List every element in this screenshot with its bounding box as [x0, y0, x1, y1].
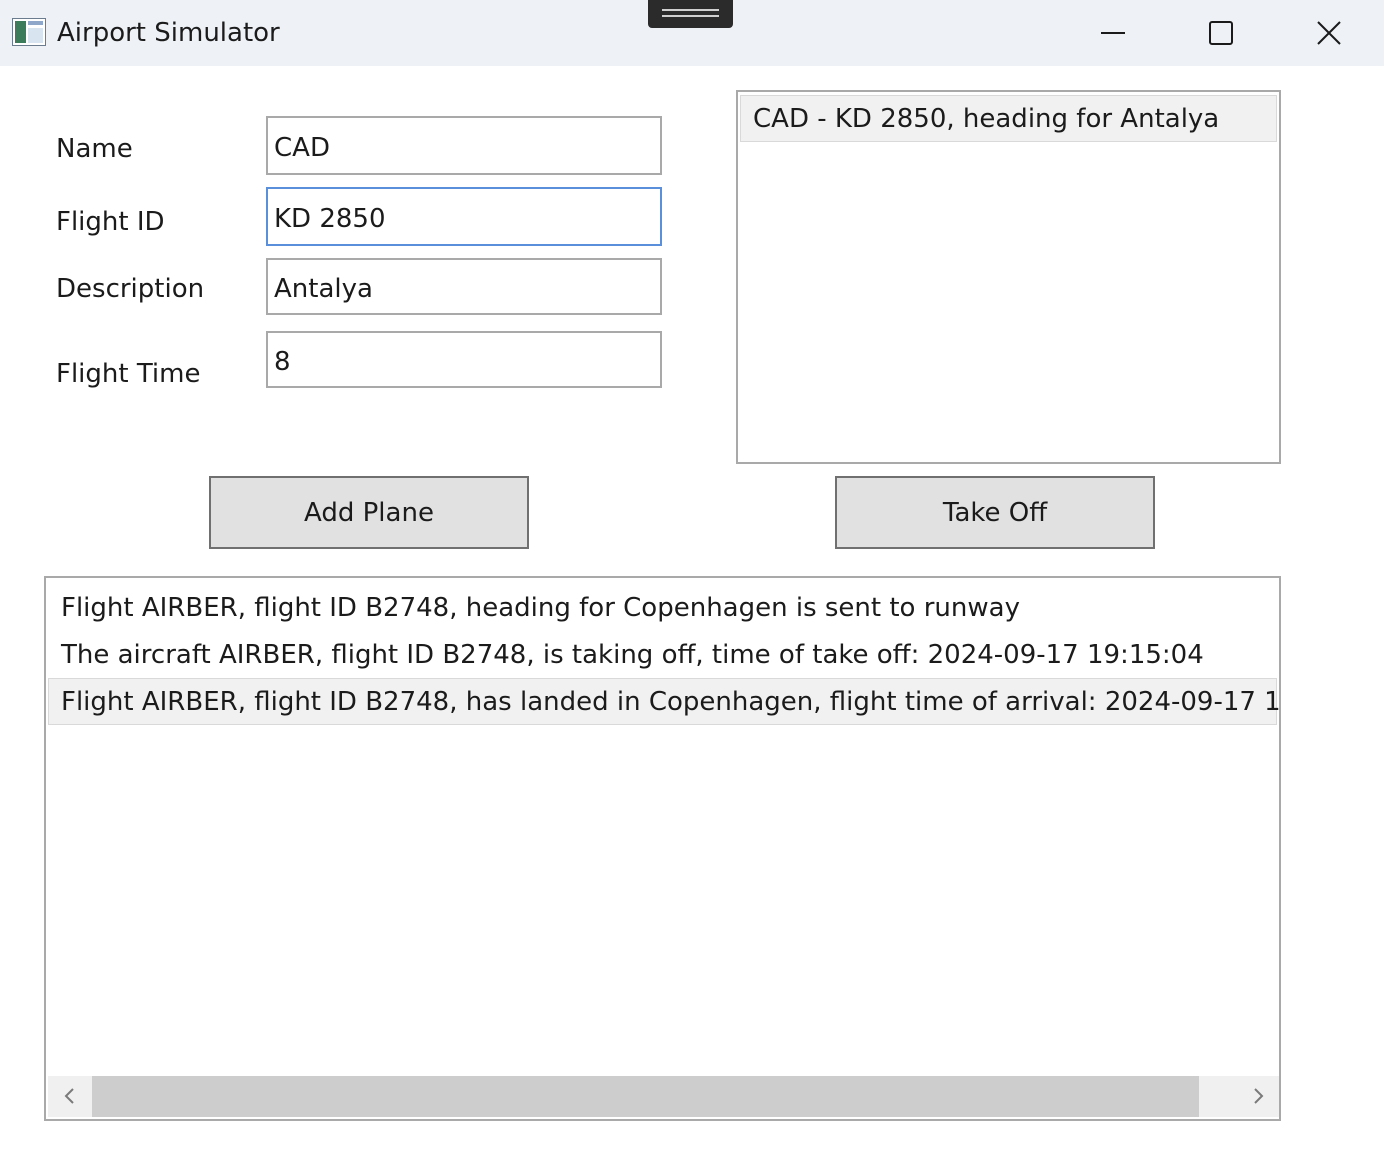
list-item[interactable]: CAD - KD 2850, heading for Antalya	[740, 95, 1277, 142]
list-item[interactable]: Flight AIRBER, flight ID B2748, heading …	[48, 584, 1277, 631]
name-input[interactable]	[266, 116, 662, 175]
minimize-icon	[1101, 32, 1125, 34]
minimize-button[interactable]	[1058, 0, 1168, 66]
description-label: Description	[56, 274, 205, 304]
snap-layout-handle[interactable]	[648, 0, 733, 28]
flight-id-input[interactable]	[266, 187, 662, 246]
take-off-button[interactable]: Take Off	[835, 476, 1155, 549]
flight-time-label: Flight Time	[56, 359, 201, 389]
title-bar[interactable]: Airport Simulator	[0, 0, 1384, 66]
window-title: Airport Simulator	[57, 18, 280, 48]
maximize-icon	[1209, 21, 1233, 45]
horizontal-scrollbar[interactable]	[48, 1076, 1279, 1117]
list-item[interactable]: Flight AIRBER, flight ID B2748, has land…	[48, 678, 1279, 725]
close-button[interactable]	[1274, 0, 1384, 66]
name-label: Name	[56, 134, 133, 164]
scrollbar-thumb[interactable]	[92, 1076, 1199, 1117]
flight-id-label: Flight ID	[56, 207, 165, 237]
chevron-left-icon[interactable]	[60, 1085, 80, 1107]
add-plane-button[interactable]: Add Plane	[209, 476, 529, 549]
app-window-icon	[12, 18, 46, 46]
chevron-right-icon[interactable]	[1248, 1085, 1268, 1107]
maximize-button[interactable]	[1166, 0, 1276, 66]
planes-listbox[interactable]: CAD - KD 2850, heading for Antalya	[736, 90, 1281, 464]
description-input[interactable]	[266, 258, 662, 315]
flight-time-input[interactable]	[266, 331, 662, 388]
close-icon	[1317, 21, 1341, 45]
log-listbox[interactable]: Flight AIRBER, flight ID B2748, heading …	[44, 576, 1281, 1121]
list-item[interactable]: The aircraft AIRBER, flight ID B2748, is…	[48, 631, 1277, 678]
